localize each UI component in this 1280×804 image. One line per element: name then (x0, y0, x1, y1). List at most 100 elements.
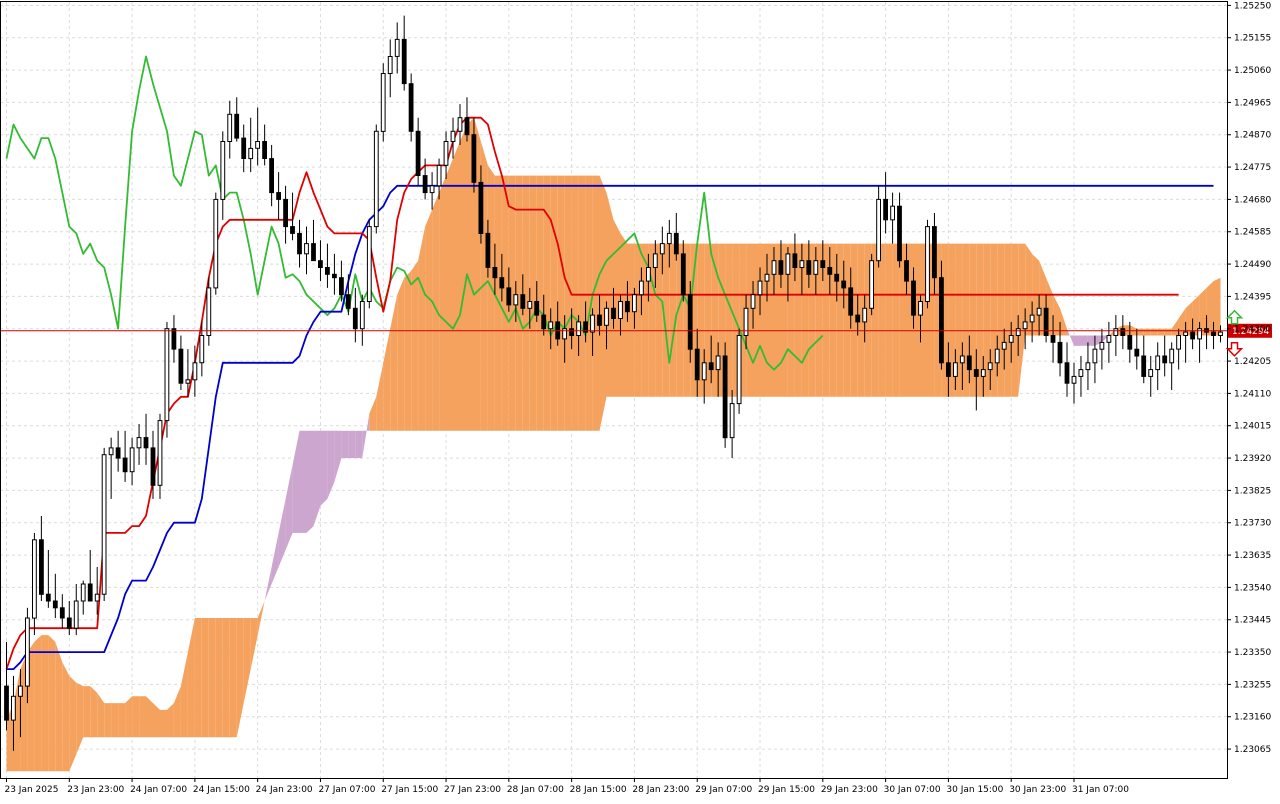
cloud-segment (306, 430, 314, 533)
candle-bullish (25, 617, 30, 687)
candle-bearish (569, 328, 575, 337)
candle-bearish (269, 158, 275, 194)
cloud-segment (34, 635, 42, 772)
cloud-segment (892, 243, 900, 397)
candle-bearish (834, 273, 840, 282)
x-axis-tick-label: 27 Jan 23:00 (444, 785, 501, 795)
candle-bullish (1099, 341, 1105, 350)
cloud-segment (446, 158, 453, 431)
candle-bullish (980, 369, 986, 377)
candle-bullish (876, 198, 882, 262)
cloud-segment (1011, 243, 1019, 397)
candle-bullish (80, 583, 86, 602)
candle-bullish (527, 301, 533, 309)
x-axis-tick-label: 30 Jan 15:00 (946, 785, 1003, 795)
cloud-segment (878, 243, 886, 397)
candle-bullish (1078, 369, 1084, 377)
candle-bearish (1141, 355, 1147, 377)
cloud-segment (843, 243, 851, 397)
candle-bearish (848, 287, 854, 316)
candle-bullish (380, 73, 386, 132)
y-axis-tick-label: 1.23255 (1234, 680, 1271, 690)
candle-bearish (297, 232, 302, 255)
candle-bearish (471, 134, 477, 183)
candle-bearish (59, 607, 65, 619)
candle-bearish (150, 447, 156, 486)
candle-bearish (1162, 355, 1168, 364)
cloud-segment (1213, 277, 1221, 336)
candle-bearish (966, 355, 972, 371)
cloud-segment (760, 243, 767, 397)
candle-bearish (408, 83, 414, 132)
candle-bearish (66, 617, 72, 629)
cloud-segment (348, 430, 356, 459)
candle-bearish (115, 447, 121, 459)
cloud-segment (1157, 328, 1165, 336)
cloud-segment (425, 209, 433, 431)
candle-bullish (813, 260, 819, 275)
candle-bearish (318, 260, 323, 269)
candle-bullish (450, 130, 456, 143)
candle-bearish (290, 226, 295, 234)
y-axis-tick-label: 1.23160 (1234, 713, 1271, 723)
y-axis-tick-label: 1.24965 (1234, 98, 1271, 108)
y-axis-tick-label: 1.23825 (1234, 486, 1271, 496)
cloud-segment (913, 243, 921, 397)
candle-bullish (443, 141, 449, 166)
cloud-segment (83, 686, 91, 738)
candle-bullish (255, 141, 260, 149)
candle-bearish (1190, 331, 1195, 340)
candle-bullish (11, 695, 16, 721)
candle-bearish (625, 301, 630, 313)
candle-bullish (959, 355, 965, 364)
y-axis-tick-label: 1.24205 (1234, 357, 1271, 367)
candle-bullish (562, 328, 568, 340)
ichimoku-chart[interactable]: 1.24294 1.25250 1.25155 1.25060 1.24965 1.24… (0, 0, 1280, 800)
candle-bullish (987, 362, 993, 371)
candle-bullish (918, 301, 923, 316)
y-axis-tick-label: 1.24490 (1234, 260, 1271, 270)
candle-bullish (429, 185, 435, 194)
candle-bearish (855, 314, 861, 323)
candle-bullish (1001, 341, 1007, 350)
candle-bullish (394, 38, 400, 57)
candle-bearish (673, 232, 679, 255)
cloud-segment (634, 243, 642, 397)
cloud-segment (592, 175, 600, 431)
cloud-segment (418, 226, 426, 431)
y-axis-tick-label: 1.24300 (1234, 325, 1271, 335)
candle-bullish (743, 307, 749, 336)
cloud-segment (397, 277, 405, 431)
cloud-segment (146, 696, 153, 738)
cloud-segment (439, 175, 446, 431)
candle-bullish (729, 403, 735, 439)
candle-bullish (192, 362, 198, 381)
cloud-segment (62, 662, 70, 772)
candle-bearish (171, 328, 177, 350)
candle-bullish (387, 56, 393, 74)
y-axis-tick-label: 1.23540 (1234, 583, 1271, 593)
candle-bullish (185, 379, 191, 384)
y-axis-tick-label: 1.24110 (1234, 389, 1271, 399)
candle-bearish (611, 307, 616, 319)
candle-bearish (52, 600, 58, 609)
y-axis-tick-label: 1.24775 (1234, 163, 1271, 173)
candle-bearish (534, 301, 540, 316)
candle-bullish (785, 253, 791, 275)
x-axis-tick-label: 23 Jan 2025 (4, 785, 58, 795)
x-axis-tick-label: 28 Jan 23:00 (632, 785, 689, 795)
candle-bearish (4, 685, 9, 721)
x-axis-tick-label: 24 Jan 07:00 (130, 785, 187, 795)
candle-bullish (890, 205, 896, 221)
cloud-segment (1143, 328, 1151, 336)
candle-bullish (1085, 362, 1091, 371)
chart-canvas[interactable]: 1.24294 1.252501.251551.250601.249651.24… (0, 0, 1280, 800)
candle-bullish (1092, 348, 1098, 364)
cloud-segment (139, 696, 146, 738)
y-axis-tick-label: 1.24870 (1234, 131, 1271, 141)
candle-bullish (1071, 375, 1077, 384)
cloud-segment (990, 243, 998, 397)
cloud-segment (997, 243, 1005, 397)
cloud-segment (962, 243, 970, 397)
candle-bullish (1148, 369, 1154, 377)
